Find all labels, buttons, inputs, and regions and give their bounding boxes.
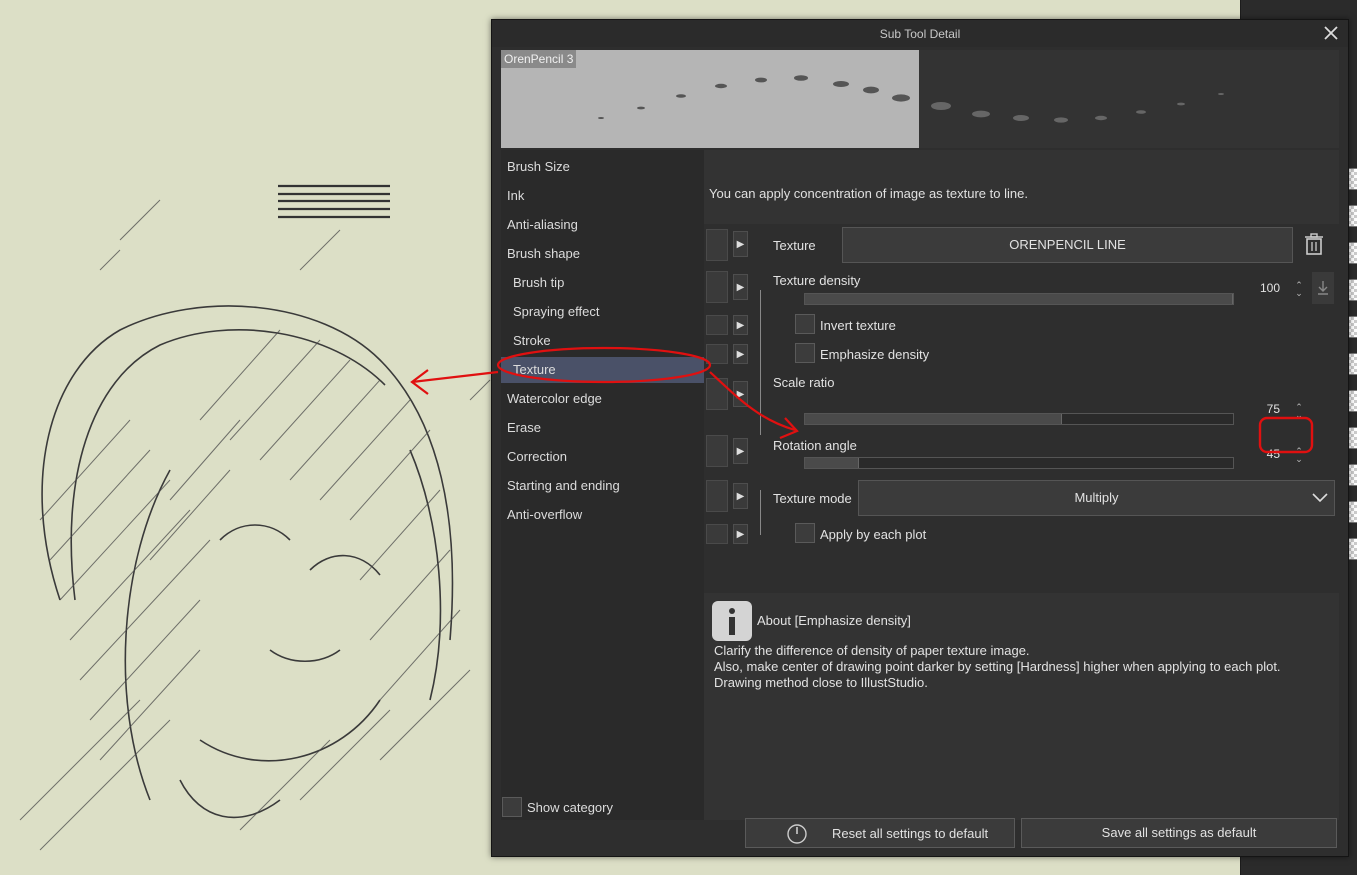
expand-arrow-icon[interactable]: ▶	[733, 438, 748, 464]
dialog-title: Sub Tool Detail	[879, 27, 961, 41]
info-text-line: Also, make center of drawing point darke…	[714, 659, 1281, 674]
reset-all-settings-label: Reset all settings to default	[832, 826, 989, 841]
chevron-down-icon	[1312, 493, 1328, 503]
apply-each-plot-checkbox[interactable]	[795, 523, 815, 543]
setting-lock-box[interactable]	[706, 524, 728, 544]
sub-tool-detail-dialog: Sub Tool Detail OrenPencil 3 Brush Size …	[491, 19, 1349, 857]
spin-updown-icon[interactable]: ⌃ ⌄	[1294, 281, 1304, 298]
rotation-angle-label: Rotation angle	[773, 438, 857, 453]
show-category-label: Show category	[527, 799, 613, 815]
setting-lock-box[interactable]	[706, 344, 728, 364]
show-category-checkbox[interactable]	[502, 797, 522, 817]
brush-stroke-preview: OrenPencil 3	[501, 50, 1339, 148]
settings-pane: You can apply concentration of image as …	[704, 150, 1339, 820]
category-item[interactable]: Brush Size	[501, 154, 704, 180]
info-icon	[712, 601, 752, 641]
setting-lock-box[interactable]	[706, 435, 728, 467]
texture-label: Texture	[773, 238, 816, 253]
slider-fill	[805, 414, 1062, 424]
category-item[interactable]: Stroke	[501, 328, 704, 354]
scale-ratio-slider[interactable]	[804, 413, 1234, 425]
info-text-line: Drawing method close to IllustStudio.	[714, 675, 928, 690]
save-all-settings-button[interactable]: Save all settings as default	[1021, 818, 1337, 848]
category-item[interactable]: Brush shape	[501, 241, 704, 267]
texture-density-label: Texture density	[773, 273, 861, 288]
expand-arrow-icon[interactable]: ▶	[733, 483, 748, 509]
setting-lock-box[interactable]	[706, 480, 728, 512]
expand-arrow-icon[interactable]: ▶	[733, 274, 748, 300]
scale-ratio-label: Scale ratio	[773, 375, 835, 390]
rotation-angle-slider[interactable]	[804, 457, 1234, 469]
category-item[interactable]: Spraying effect	[501, 299, 704, 325]
close-icon[interactable]	[1322, 24, 1340, 42]
invert-texture-label: Invert texture	[820, 318, 896, 333]
texture-mode-value: Multiply	[1074, 490, 1119, 505]
category-item[interactable]: Watercolor edge	[501, 386, 704, 412]
scale-ratio-value[interactable]: 75	[1252, 402, 1280, 416]
texture-selector[interactable]: ORENPENCIL LINE	[842, 227, 1293, 263]
texture-mode-label: Texture mode	[773, 491, 852, 506]
category-item[interactable]: Anti-aliasing	[501, 212, 704, 238]
setting-lock-box[interactable]	[706, 315, 728, 335]
expand-arrow-icon[interactable]: ▶	[733, 524, 748, 544]
category-item[interactable]: Erase	[501, 415, 704, 441]
setting-lock-box[interactable]	[706, 378, 728, 410]
category-description: You can apply concentration of image as …	[704, 150, 1339, 224]
category-list: Brush Size Ink Anti-aliasing Brush shape Bru…	[501, 150, 704, 820]
expand-arrow-icon[interactable]: ▶	[733, 231, 748, 257]
category-item[interactable]: Correction	[501, 444, 704, 470]
category-item[interactable]: Ink	[501, 183, 704, 209]
texture-density-slider[interactable]	[804, 293, 1234, 305]
brush-name-label: OrenPencil 3	[501, 50, 577, 68]
apply-each-plot-label: Apply by each plot	[820, 527, 927, 542]
trash-icon[interactable]	[1303, 232, 1325, 256]
expand-arrow-icon[interactable]: ▶	[733, 315, 748, 335]
category-item[interactable]: Anti-overflow	[501, 502, 704, 528]
download-icon[interactable]	[1312, 272, 1334, 304]
category-item[interactable]: Texture	[501, 357, 704, 383]
tree-connector	[760, 490, 761, 535]
spin-updown-icon[interactable]: ⌃ ⌄	[1294, 403, 1304, 420]
slider-fill	[805, 458, 859, 468]
category-item[interactable]: Starting and ending	[501, 473, 704, 499]
texture-mode-dropdown[interactable]: Multiply	[858, 480, 1335, 516]
expand-arrow-icon[interactable]: ▶	[733, 344, 748, 364]
texture-density-value[interactable]: 100	[1252, 281, 1280, 295]
setting-lock-box[interactable]	[706, 271, 728, 303]
category-item[interactable]: Brush tip	[501, 270, 704, 296]
invert-texture-checkbox[interactable]	[795, 314, 815, 334]
info-title: About [Emphasize density]	[757, 613, 911, 628]
emphasize-density-label: Emphasize density	[820, 347, 930, 362]
preview-stroke	[598, 75, 1224, 123]
dialog-titlebar[interactable]: Sub Tool Detail	[492, 20, 1348, 47]
setting-lock-box[interactable]	[706, 229, 728, 261]
spin-updown-icon[interactable]: ⌃ ⌄	[1294, 447, 1304, 464]
reset-all-settings-button[interactable]: Reset all settings to default	[745, 818, 1015, 848]
expand-arrow-icon[interactable]: ▶	[733, 381, 748, 407]
rotation-angle-value[interactable]: 45	[1252, 447, 1280, 461]
show-category-option[interactable]: Show category	[502, 796, 613, 818]
slider-fill	[805, 294, 1233, 304]
emphasize-density-checkbox[interactable]	[795, 343, 815, 363]
help-info-panel: About [Emphasize density] Clarify the di…	[704, 593, 1339, 820]
reset-dial-icon	[787, 824, 807, 844]
info-text-line: Clarify the difference of density of pap…	[714, 643, 1030, 658]
tree-connector	[760, 290, 761, 435]
